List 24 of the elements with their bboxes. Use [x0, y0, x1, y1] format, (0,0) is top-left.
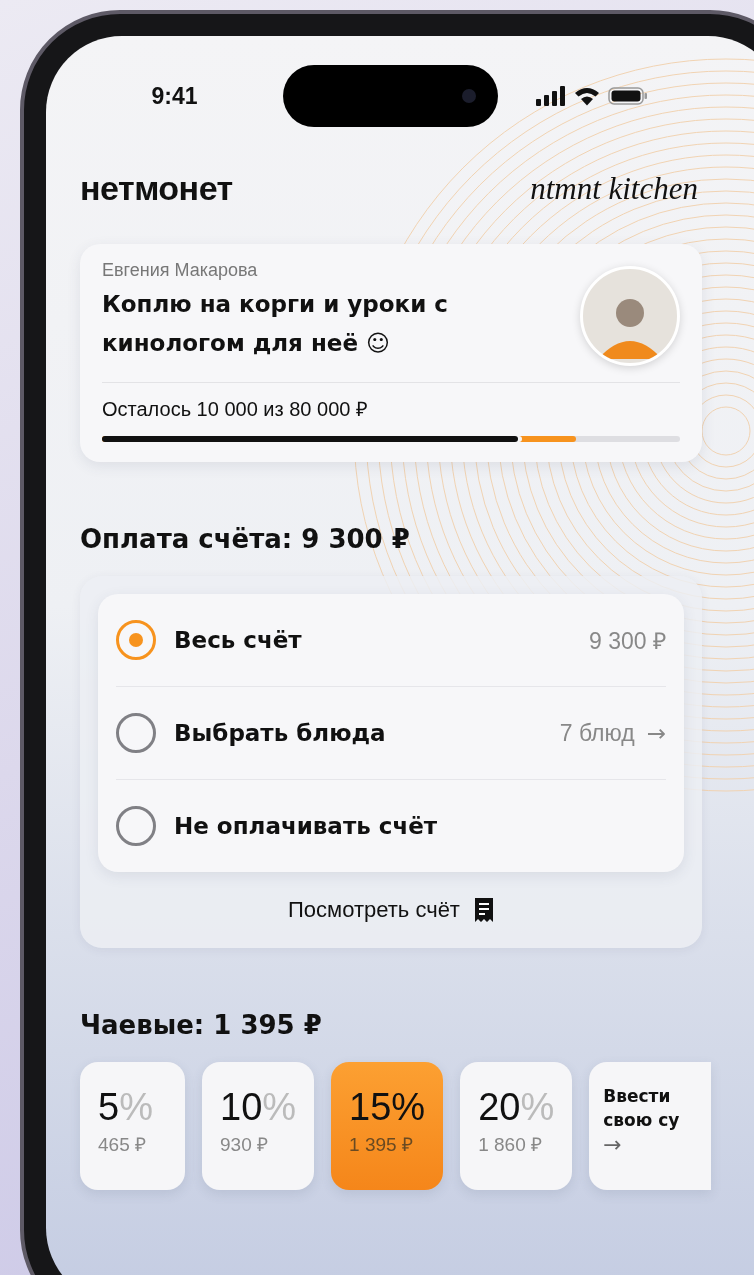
receipt-icon: [473, 897, 494, 923]
radio-button[interactable]: [116, 806, 156, 846]
battery-icon: [608, 86, 648, 106]
radio-button[interactable]: [116, 620, 156, 660]
goal-title: Коплю на корги и уроки с кинологом для неё ☺: [102, 290, 449, 358]
payment-option[interactable]: Выбрать блюда 7 блюд →: [116, 687, 666, 779]
radio-button[interactable]: [116, 713, 156, 753]
tip-option[interactable]: 15% 1 395 ₽: [331, 1062, 444, 1190]
app-logo: нетмонет: [80, 169, 233, 208]
view-bill-link[interactable]: Посмотреть счёт: [98, 872, 684, 948]
payment-option[interactable]: Не оплачивать счёт: [116, 780, 666, 872]
recipient-name: Евгения Макарова: [102, 260, 259, 281]
payment-heading: Оплата счёта: 9 300 ₽: [80, 524, 411, 554]
custom-tip-option[interactable]: Ввести свою су →: [589, 1062, 712, 1190]
signal-icon: [536, 86, 566, 106]
status-time: 9:41: [151, 82, 198, 110]
tip-option[interactable]: 5% 465 ₽: [80, 1062, 185, 1190]
tip-option[interactable]: 20% 1 860 ₽: [460, 1062, 573, 1190]
tip-option[interactable]: 10% 930 ₽: [202, 1062, 315, 1190]
remaining-amount: Осталось 10 000 из 80 000 ₽: [102, 397, 369, 422]
wifi-icon: [574, 86, 600, 106]
restaurant-name: ntmnt kitchen: [530, 170, 698, 207]
tips-heading: Чаевые: 1 395 ₽: [80, 1010, 323, 1040]
payment-option[interactable]: Весь счёт 9 300 ₽: [116, 594, 666, 686]
